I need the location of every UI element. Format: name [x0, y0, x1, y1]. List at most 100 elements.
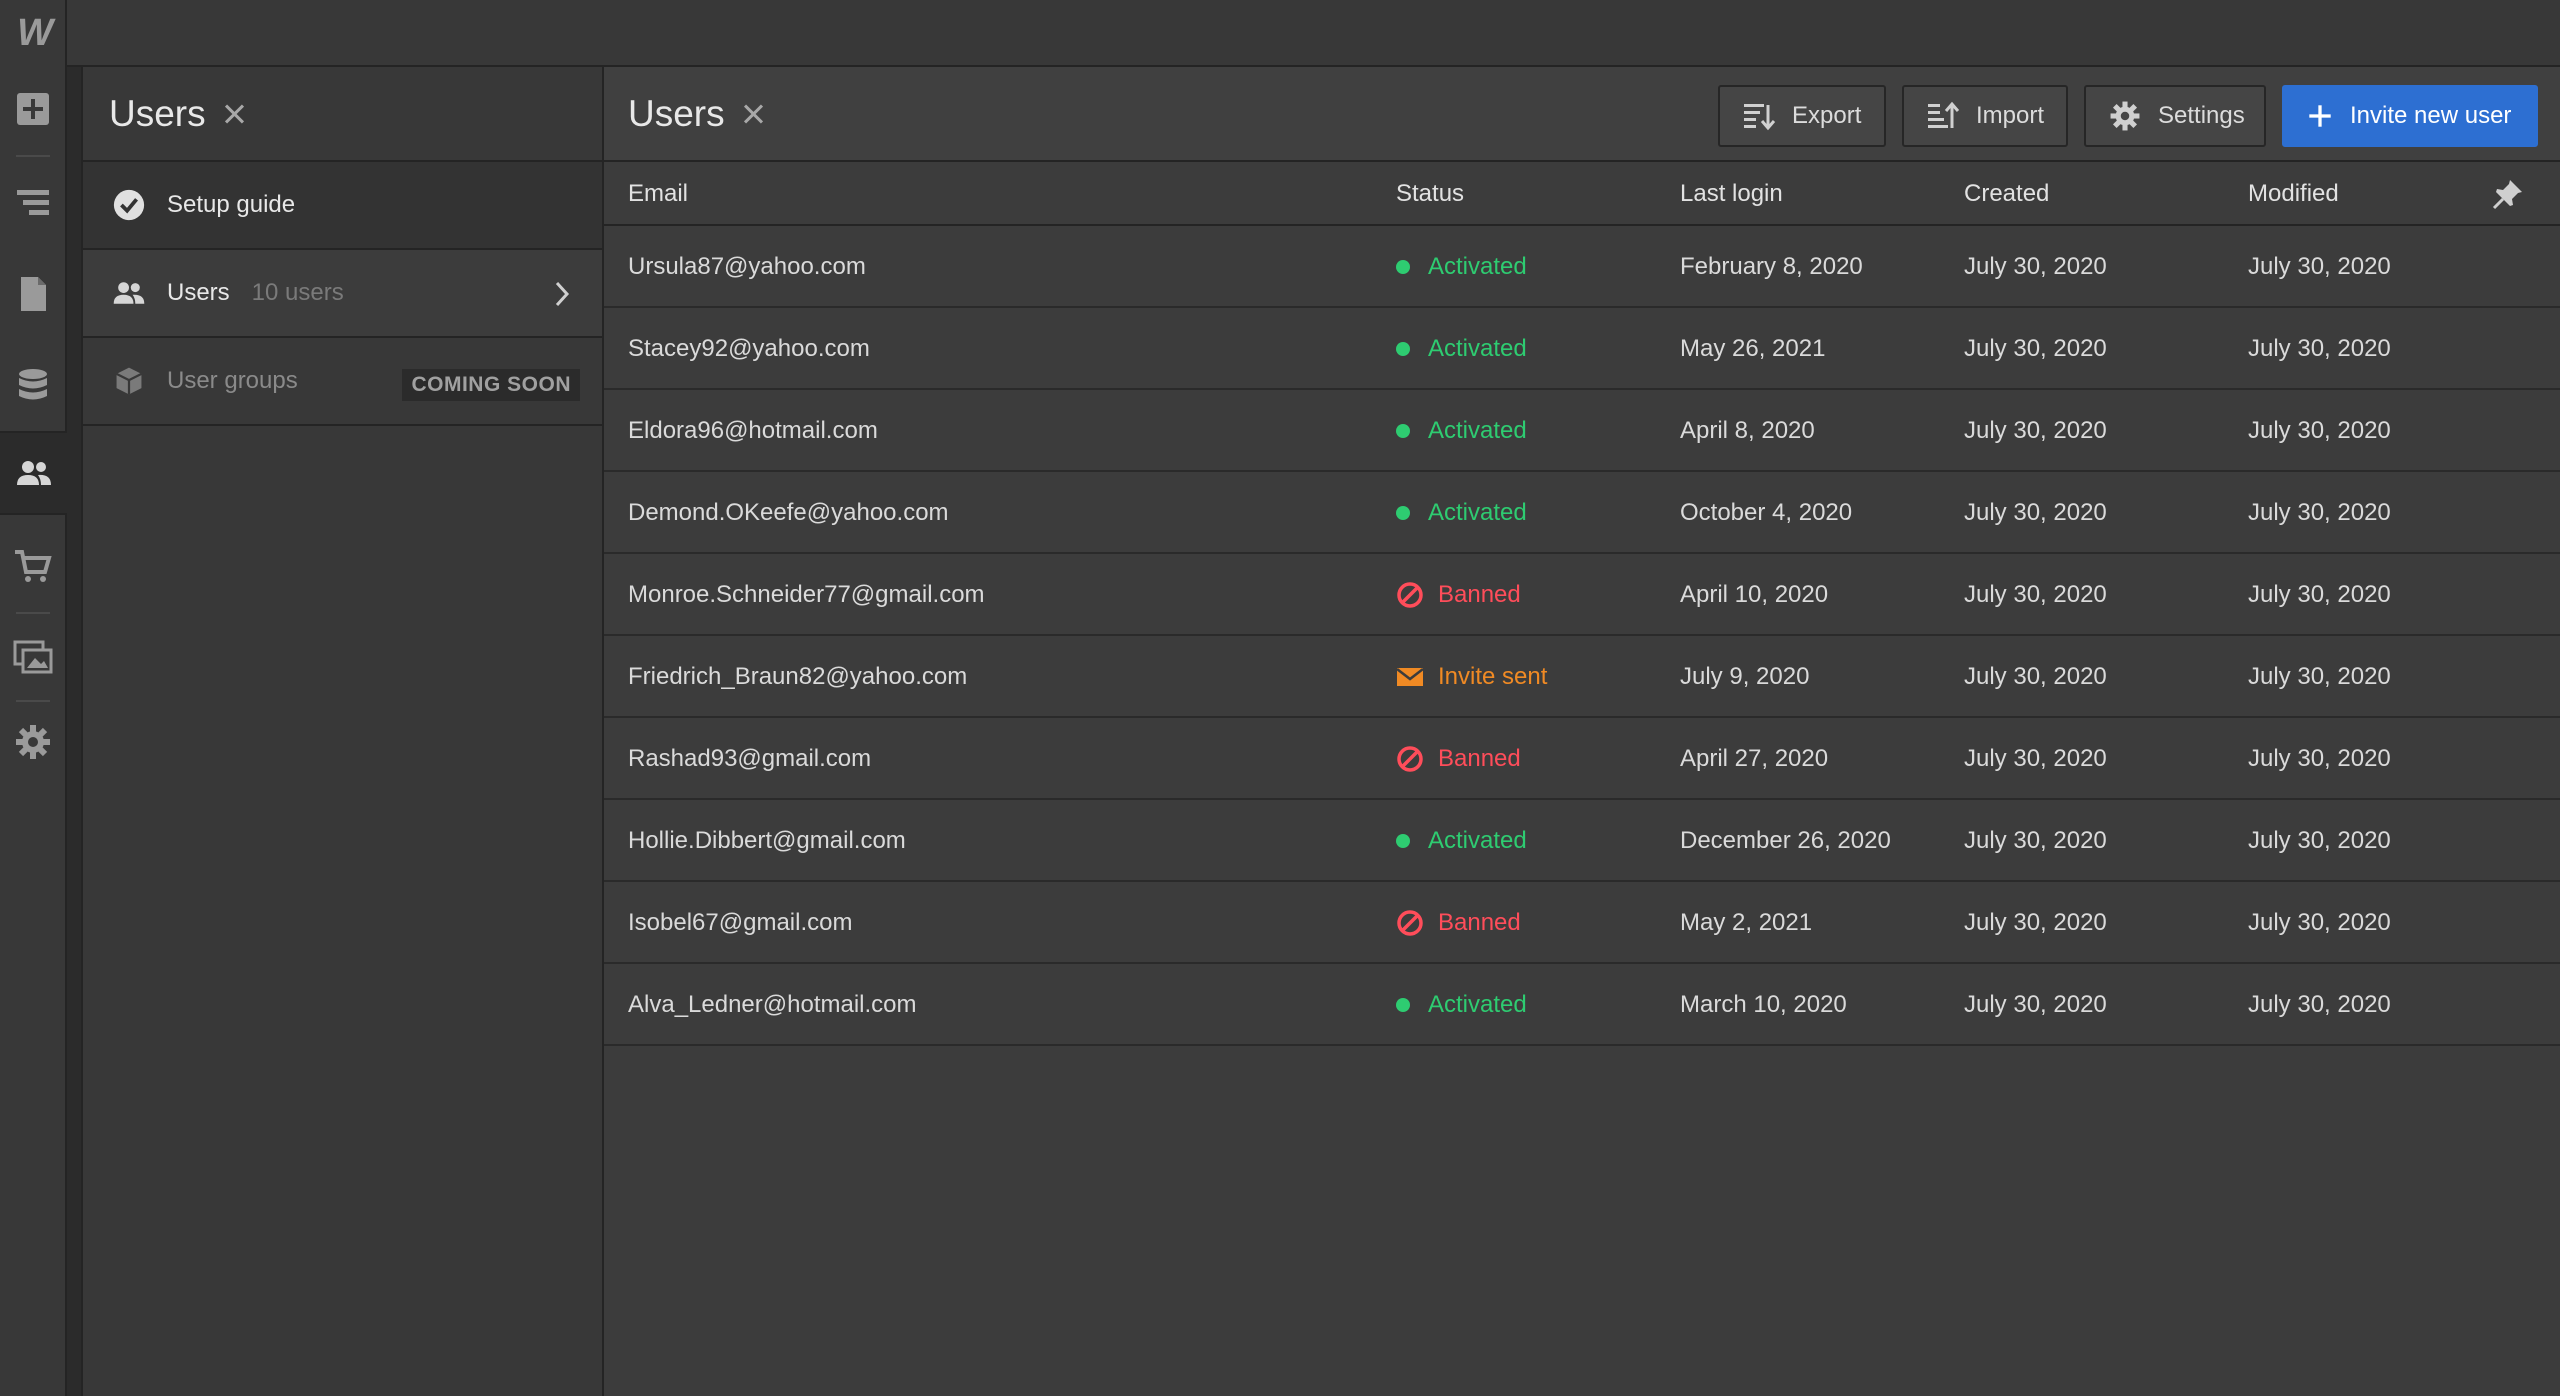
sidebar-item-label: Setup guide [167, 191, 296, 218]
cell-created: July 30, 2020 [1964, 991, 2107, 1018]
sidebar-item-users[interactable]: Users 10 users [83, 250, 602, 338]
cell-modified: July 30, 2020 [2248, 335, 2391, 362]
cell-modified: July 30, 2020 [2248, 253, 2391, 280]
column-header-email[interactable]: Email [628, 180, 688, 208]
column-header-created[interactable]: Created [1964, 180, 2049, 208]
cell-last-login: February 8, 2020 [1680, 253, 1863, 280]
column-header-status[interactable]: Status [1396, 180, 1464, 208]
cell-created: July 30, 2020 [1964, 253, 2107, 280]
cell-modified: July 30, 2020 [2248, 909, 2391, 936]
cell-email: Demond.OKeefe@yahoo.com [628, 499, 949, 526]
settings-button[interactable]: Settings [2084, 85, 2266, 147]
banned-icon [1396, 581, 1438, 609]
cell-email: Ursula87@yahoo.com [628, 253, 866, 280]
side-panel-title: Users [109, 92, 206, 134]
users-icon[interactable] [0, 431, 67, 515]
page-title: Users [628, 92, 725, 134]
status-dot-icon [1396, 998, 1428, 1012]
table-row[interactable]: Hollie.Dibbert@gmail.com Activated Decembe… [604, 800, 2560, 882]
cell-last-login: July 9, 2020 [1680, 663, 1810, 690]
status-label: Activated [1428, 827, 1527, 854]
cube-icon [111, 363, 147, 399]
users-table-body: Ursula87@yahoo.com Activated February 8, 2… [604, 226, 2560, 1046]
envelope-icon [1396, 663, 1438, 691]
cell-created: July 30, 2020 [1964, 909, 2107, 936]
status-dot-icon [1396, 506, 1428, 520]
cell-email: Hollie.Dibbert@gmail.com [628, 827, 906, 854]
table-row[interactable]: Eldora96@hotmail.com Activated April 8, 20… [604, 390, 2560, 472]
table-row[interactable]: Isobel67@gmail.com Banned May 2, 2021 July … [604, 882, 2560, 964]
assets-icon[interactable] [0, 614, 65, 698]
cell-status: Activated [1396, 991, 1527, 1019]
table-row[interactable]: Stacey92@yahoo.com Activated May 26, 2021 J… [604, 308, 2560, 390]
status-label: Activated [1428, 991, 1527, 1018]
cell-created: July 30, 2020 [1964, 417, 2107, 444]
cell-email: Eldora96@hotmail.com [628, 417, 878, 444]
sidebar-item-label: Users [167, 279, 230, 306]
table-row[interactable]: Demond.OKeefe@yahoo.com Activated October … [604, 472, 2560, 554]
status-label: Banned [1438, 581, 1521, 608]
sidebar-item-user-groups: User groups COMING SOON [83, 338, 602, 426]
status-dot-icon [1396, 834, 1428, 848]
top-bar [0, 0, 2560, 67]
cell-modified: July 30, 2020 [2248, 499, 2391, 526]
status-label: Activated [1428, 335, 1527, 362]
pin-icon[interactable] [2492, 178, 2524, 210]
export-icon [1744, 104, 1776, 131]
status-dot-icon [1396, 342, 1428, 356]
cell-last-login: April 27, 2020 [1680, 745, 1829, 772]
column-header-last-login[interactable]: Last login [1680, 180, 1783, 208]
table-row[interactable]: Friedrich_Braun82@yahoo.com Invite sent Ju… [604, 636, 2560, 718]
cell-email: Alva_Ledner@hotmail.com [628, 991, 917, 1018]
status-dot-icon [1396, 424, 1428, 438]
navigator-icon[interactable] [0, 160, 65, 244]
cell-email: Stacey92@yahoo.com [628, 335, 870, 362]
table-row[interactable]: Monroe.Schneider77@gmail.com Banned April … [604, 554, 2560, 636]
gear-icon [2110, 101, 2140, 131]
status-label: Activated [1428, 499, 1527, 526]
cell-modified: July 30, 2020 [2248, 827, 2391, 854]
cell-status: Banned [1396, 909, 1521, 937]
plus-icon [2309, 105, 2331, 127]
close-icon[interactable] [222, 102, 246, 126]
side-panel-header: Users [83, 67, 602, 162]
import-button[interactable]: Import [1902, 85, 2068, 147]
sidebar-item-setup-guide[interactable]: Setup guide [83, 162, 602, 250]
table-row[interactable]: Ursula87@yahoo.com Activated February 8, 2… [604, 226, 2560, 308]
status-label: Activated [1428, 417, 1527, 444]
add-icon[interactable] [0, 67, 65, 151]
cell-status: Banned [1396, 581, 1521, 609]
cell-modified: July 30, 2020 [2248, 991, 2391, 1018]
cell-status: Activated [1396, 417, 1527, 445]
cell-created: July 30, 2020 [1964, 335, 2107, 362]
cell-last-login: December 26, 2020 [1680, 827, 1891, 854]
cell-email: Isobel67@gmail.com [628, 909, 853, 936]
column-header-modified[interactable]: Modified [2248, 180, 2339, 208]
users-main-panel: Users Export Import Settings Invite new … [604, 67, 2560, 1396]
users-count: 10 users [251, 279, 344, 306]
webflow-logo-icon[interactable]: W [0, 0, 67, 67]
export-button[interactable]: Export [1718, 85, 1886, 147]
table-row[interactable]: Rashad93@gmail.com Banned April 27, 2020 Ju… [604, 718, 2560, 800]
status-label: Invite sent [1438, 663, 1548, 690]
status-label: Activated [1428, 253, 1527, 280]
table-header: Email Status Last login Created Modified [604, 162, 2560, 226]
close-icon[interactable] [741, 102, 765, 126]
invite-new-user-button[interactable]: Invite new user [2282, 85, 2538, 147]
sidebar-item-label: User groups [167, 367, 298, 394]
ecommerce-icon[interactable] [0, 524, 65, 608]
cell-last-login: October 4, 2020 [1680, 499, 1853, 526]
import-icon [1928, 101, 1960, 128]
cell-last-login: May 2, 2021 [1680, 909, 1813, 936]
settings-icon[interactable] [0, 700, 65, 784]
settings-label: Settings [2158, 102, 2245, 129]
cell-status: Activated [1396, 827, 1527, 855]
status-label: Banned [1438, 909, 1521, 936]
banned-icon [1396, 745, 1438, 773]
pages-icon[interactable] [0, 252, 65, 336]
table-row[interactable]: Alva_Ledner@hotmail.com Activated March 10… [604, 964, 2560, 1046]
cell-last-login: April 8, 2020 [1680, 417, 1815, 444]
cell-created: July 30, 2020 [1964, 663, 2107, 690]
cms-icon[interactable] [0, 343, 65, 427]
cell-email: Friedrich_Braun82@yahoo.com [628, 663, 968, 690]
